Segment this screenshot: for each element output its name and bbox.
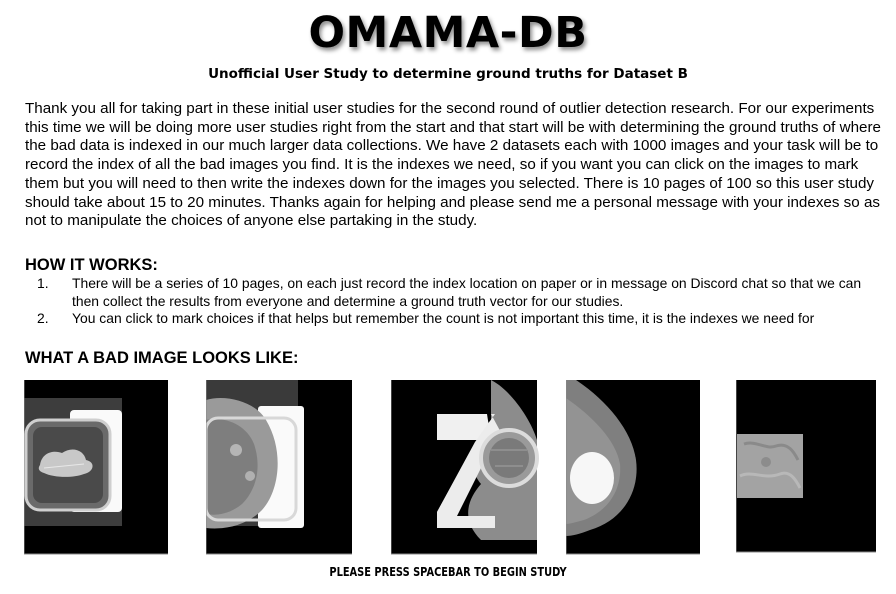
bad-example-image-1 — [24, 380, 168, 555]
steps-list: 1. There will be a series of 10 pages, o… — [25, 275, 885, 328]
step-number: 1. — [37, 275, 49, 291]
step-item: 2. You can click to mark choices if that… — [25, 310, 885, 328]
start-instruction: PLEASE PRESS SPACEBAR TO BEGIN STUDY — [329, 565, 567, 579]
example-images-row — [0, 380, 896, 560]
step-number: 2. — [37, 310, 49, 326]
bad-example-image-5 — [736, 380, 876, 553]
bad-image-heading: WHAT A BAD IMAGE LOOKS LIKE: — [25, 349, 299, 367]
step-item: 1. There will be a series of 10 pages, o… — [25, 275, 885, 310]
intro-paragraph: Thank you all for taking part in these i… — [25, 100, 881, 230]
page-subtitle: Unofficial User Study to determine groun… — [208, 66, 688, 82]
bad-example-image-3 — [391, 380, 539, 555]
bad-example-image-4 — [566, 380, 700, 555]
step-text: There will be a series of 10 pages, on e… — [72, 275, 862, 309]
bad-example-image-2 — [206, 380, 352, 555]
page-title: OMAMA-DB — [308, 8, 588, 58]
step-text: You can click to mark choices if that he… — [72, 310, 815, 326]
how-it-works-heading: HOW IT WORKS: — [25, 256, 158, 274]
